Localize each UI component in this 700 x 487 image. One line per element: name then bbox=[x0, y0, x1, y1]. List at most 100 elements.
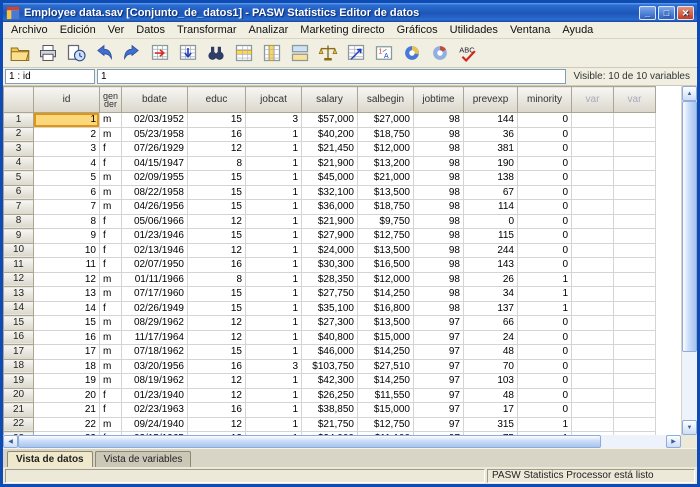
cell[interactable]: 1 bbox=[246, 345, 302, 360]
cell[interactable]: 15 bbox=[188, 185, 246, 200]
cell[interactable]: $12,750 bbox=[358, 229, 414, 244]
cell[interactable] bbox=[614, 345, 656, 360]
cell[interactable]: 11/17/1964 bbox=[122, 330, 188, 345]
cell[interactable]: 12 bbox=[188, 243, 246, 258]
cell[interactable]: 98 bbox=[414, 229, 464, 244]
cell[interactable]: 15 bbox=[188, 345, 246, 360]
row-header-1[interactable]: 1 bbox=[4, 113, 34, 128]
cell[interactable] bbox=[572, 156, 614, 171]
column-header-salary[interactable]: salary bbox=[302, 87, 358, 113]
cell[interactable] bbox=[614, 229, 656, 244]
cell[interactable]: $30,300 bbox=[302, 258, 358, 273]
row-header-14[interactable]: 14 bbox=[4, 301, 34, 316]
select-cases-button[interactable] bbox=[342, 41, 369, 66]
cell[interactable]: $42,300 bbox=[302, 374, 358, 389]
row-header-9[interactable]: 9 bbox=[4, 229, 34, 244]
cell[interactable] bbox=[614, 316, 656, 331]
cell[interactable]: $21,900 bbox=[302, 214, 358, 229]
cell[interactable]: 1 bbox=[518, 272, 572, 287]
cell[interactable]: 6 bbox=[34, 185, 100, 200]
cell[interactable]: 15 bbox=[188, 113, 246, 128]
cell[interactable]: 8 bbox=[34, 214, 100, 229]
cell[interactable] bbox=[614, 417, 656, 432]
cell[interactable]: 1 bbox=[246, 171, 302, 186]
cell[interactable]: f bbox=[100, 214, 122, 229]
cell[interactable]: 15 bbox=[188, 301, 246, 316]
horizontal-scrollbar[interactable]: ◀ ▶ bbox=[3, 435, 681, 448]
cell[interactable] bbox=[614, 171, 656, 186]
row-header-7[interactable]: 7 bbox=[4, 200, 34, 215]
row-header-10[interactable]: 10 bbox=[4, 243, 34, 258]
cell[interactable]: $21,900 bbox=[302, 156, 358, 171]
cell[interactable]: $103,750 bbox=[302, 359, 358, 374]
close-button[interactable]: ✕ bbox=[677, 6, 694, 20]
cell[interactable]: 08/22/1958 bbox=[122, 185, 188, 200]
cell[interactable]: 24 bbox=[464, 330, 518, 345]
cell[interactable]: 16 bbox=[34, 330, 100, 345]
cell[interactable]: 9 bbox=[34, 229, 100, 244]
cell[interactable] bbox=[572, 113, 614, 128]
cell[interactable]: 08/19/1962 bbox=[122, 374, 188, 389]
cell[interactable]: 0 bbox=[518, 388, 572, 403]
cell[interactable]: 1 bbox=[246, 417, 302, 432]
cell[interactable]: 98 bbox=[414, 301, 464, 316]
titlebar[interactable]: Employee data.sav [Conjunto_de_datos1] -… bbox=[3, 3, 697, 22]
cell[interactable] bbox=[572, 374, 614, 389]
cell[interactable]: 0 bbox=[518, 185, 572, 200]
cell[interactable]: 97 bbox=[414, 417, 464, 432]
cell[interactable]: 03/20/1956 bbox=[122, 359, 188, 374]
cell[interactable]: 01/23/1940 bbox=[122, 388, 188, 403]
cell[interactable]: 1 bbox=[246, 330, 302, 345]
cell[interactable]: 98 bbox=[414, 200, 464, 215]
cell[interactable]: $13,500 bbox=[358, 316, 414, 331]
cell[interactable]: 1 bbox=[246, 127, 302, 142]
cell[interactable]: 1 bbox=[518, 301, 572, 316]
cell[interactable] bbox=[572, 345, 614, 360]
cell[interactable]: $45,000 bbox=[302, 171, 358, 186]
cell[interactable]: 04/15/1947 bbox=[122, 156, 188, 171]
cell[interactable]: $27,300 bbox=[302, 316, 358, 331]
cell[interactable] bbox=[614, 185, 656, 200]
cell[interactable]: 67 bbox=[464, 185, 518, 200]
menu-analizar[interactable]: Analizar bbox=[243, 23, 295, 37]
cell[interactable]: 97 bbox=[414, 359, 464, 374]
cell[interactable]: $14,250 bbox=[358, 287, 414, 302]
cell[interactable]: 0 bbox=[518, 330, 572, 345]
cell[interactable]: 12 bbox=[188, 316, 246, 331]
row-header-16[interactable]: 16 bbox=[4, 330, 34, 345]
cell[interactable]: 1 bbox=[246, 301, 302, 316]
cell[interactable]: 1 bbox=[246, 403, 302, 418]
cell[interactable]: 8 bbox=[188, 156, 246, 171]
print-button[interactable] bbox=[34, 41, 61, 66]
cell[interactable]: 22 bbox=[34, 417, 100, 432]
cell[interactable] bbox=[614, 258, 656, 273]
cell[interactable]: 0 bbox=[518, 229, 572, 244]
cell[interactable]: 144 bbox=[464, 113, 518, 128]
cell[interactable] bbox=[614, 287, 656, 302]
cell[interactable]: m bbox=[100, 374, 122, 389]
cell[interactable]: $32,100 bbox=[302, 185, 358, 200]
cell[interactable]: 0 bbox=[518, 243, 572, 258]
cell[interactable] bbox=[614, 200, 656, 215]
cell[interactable] bbox=[614, 243, 656, 258]
cell[interactable]: 08/29/1962 bbox=[122, 316, 188, 331]
cell[interactable] bbox=[572, 200, 614, 215]
horizontal-scroll-thumb[interactable] bbox=[18, 435, 601, 448]
cell[interactable]: 15 bbox=[188, 229, 246, 244]
cell[interactable]: f bbox=[100, 403, 122, 418]
cell[interactable]: 18 bbox=[34, 359, 100, 374]
weight-cases-button[interactable] bbox=[314, 41, 341, 66]
cell[interactable] bbox=[572, 301, 614, 316]
cell[interactable]: 5 bbox=[34, 171, 100, 186]
cell[interactable]: 12 bbox=[188, 374, 246, 389]
cell[interactable]: 1 bbox=[246, 272, 302, 287]
row-header-15[interactable]: 15 bbox=[4, 316, 34, 331]
menu-transformar[interactable]: Transformar bbox=[171, 23, 243, 37]
cell[interactable]: 0 bbox=[518, 403, 572, 418]
cell[interactable]: 11 bbox=[34, 258, 100, 273]
cell[interactable]: 07/17/1960 bbox=[122, 287, 188, 302]
cell[interactable] bbox=[572, 417, 614, 432]
cell[interactable]: 02/26/1949 bbox=[122, 301, 188, 316]
cell[interactable]: 1 bbox=[246, 388, 302, 403]
cell[interactable]: $24,000 bbox=[302, 243, 358, 258]
